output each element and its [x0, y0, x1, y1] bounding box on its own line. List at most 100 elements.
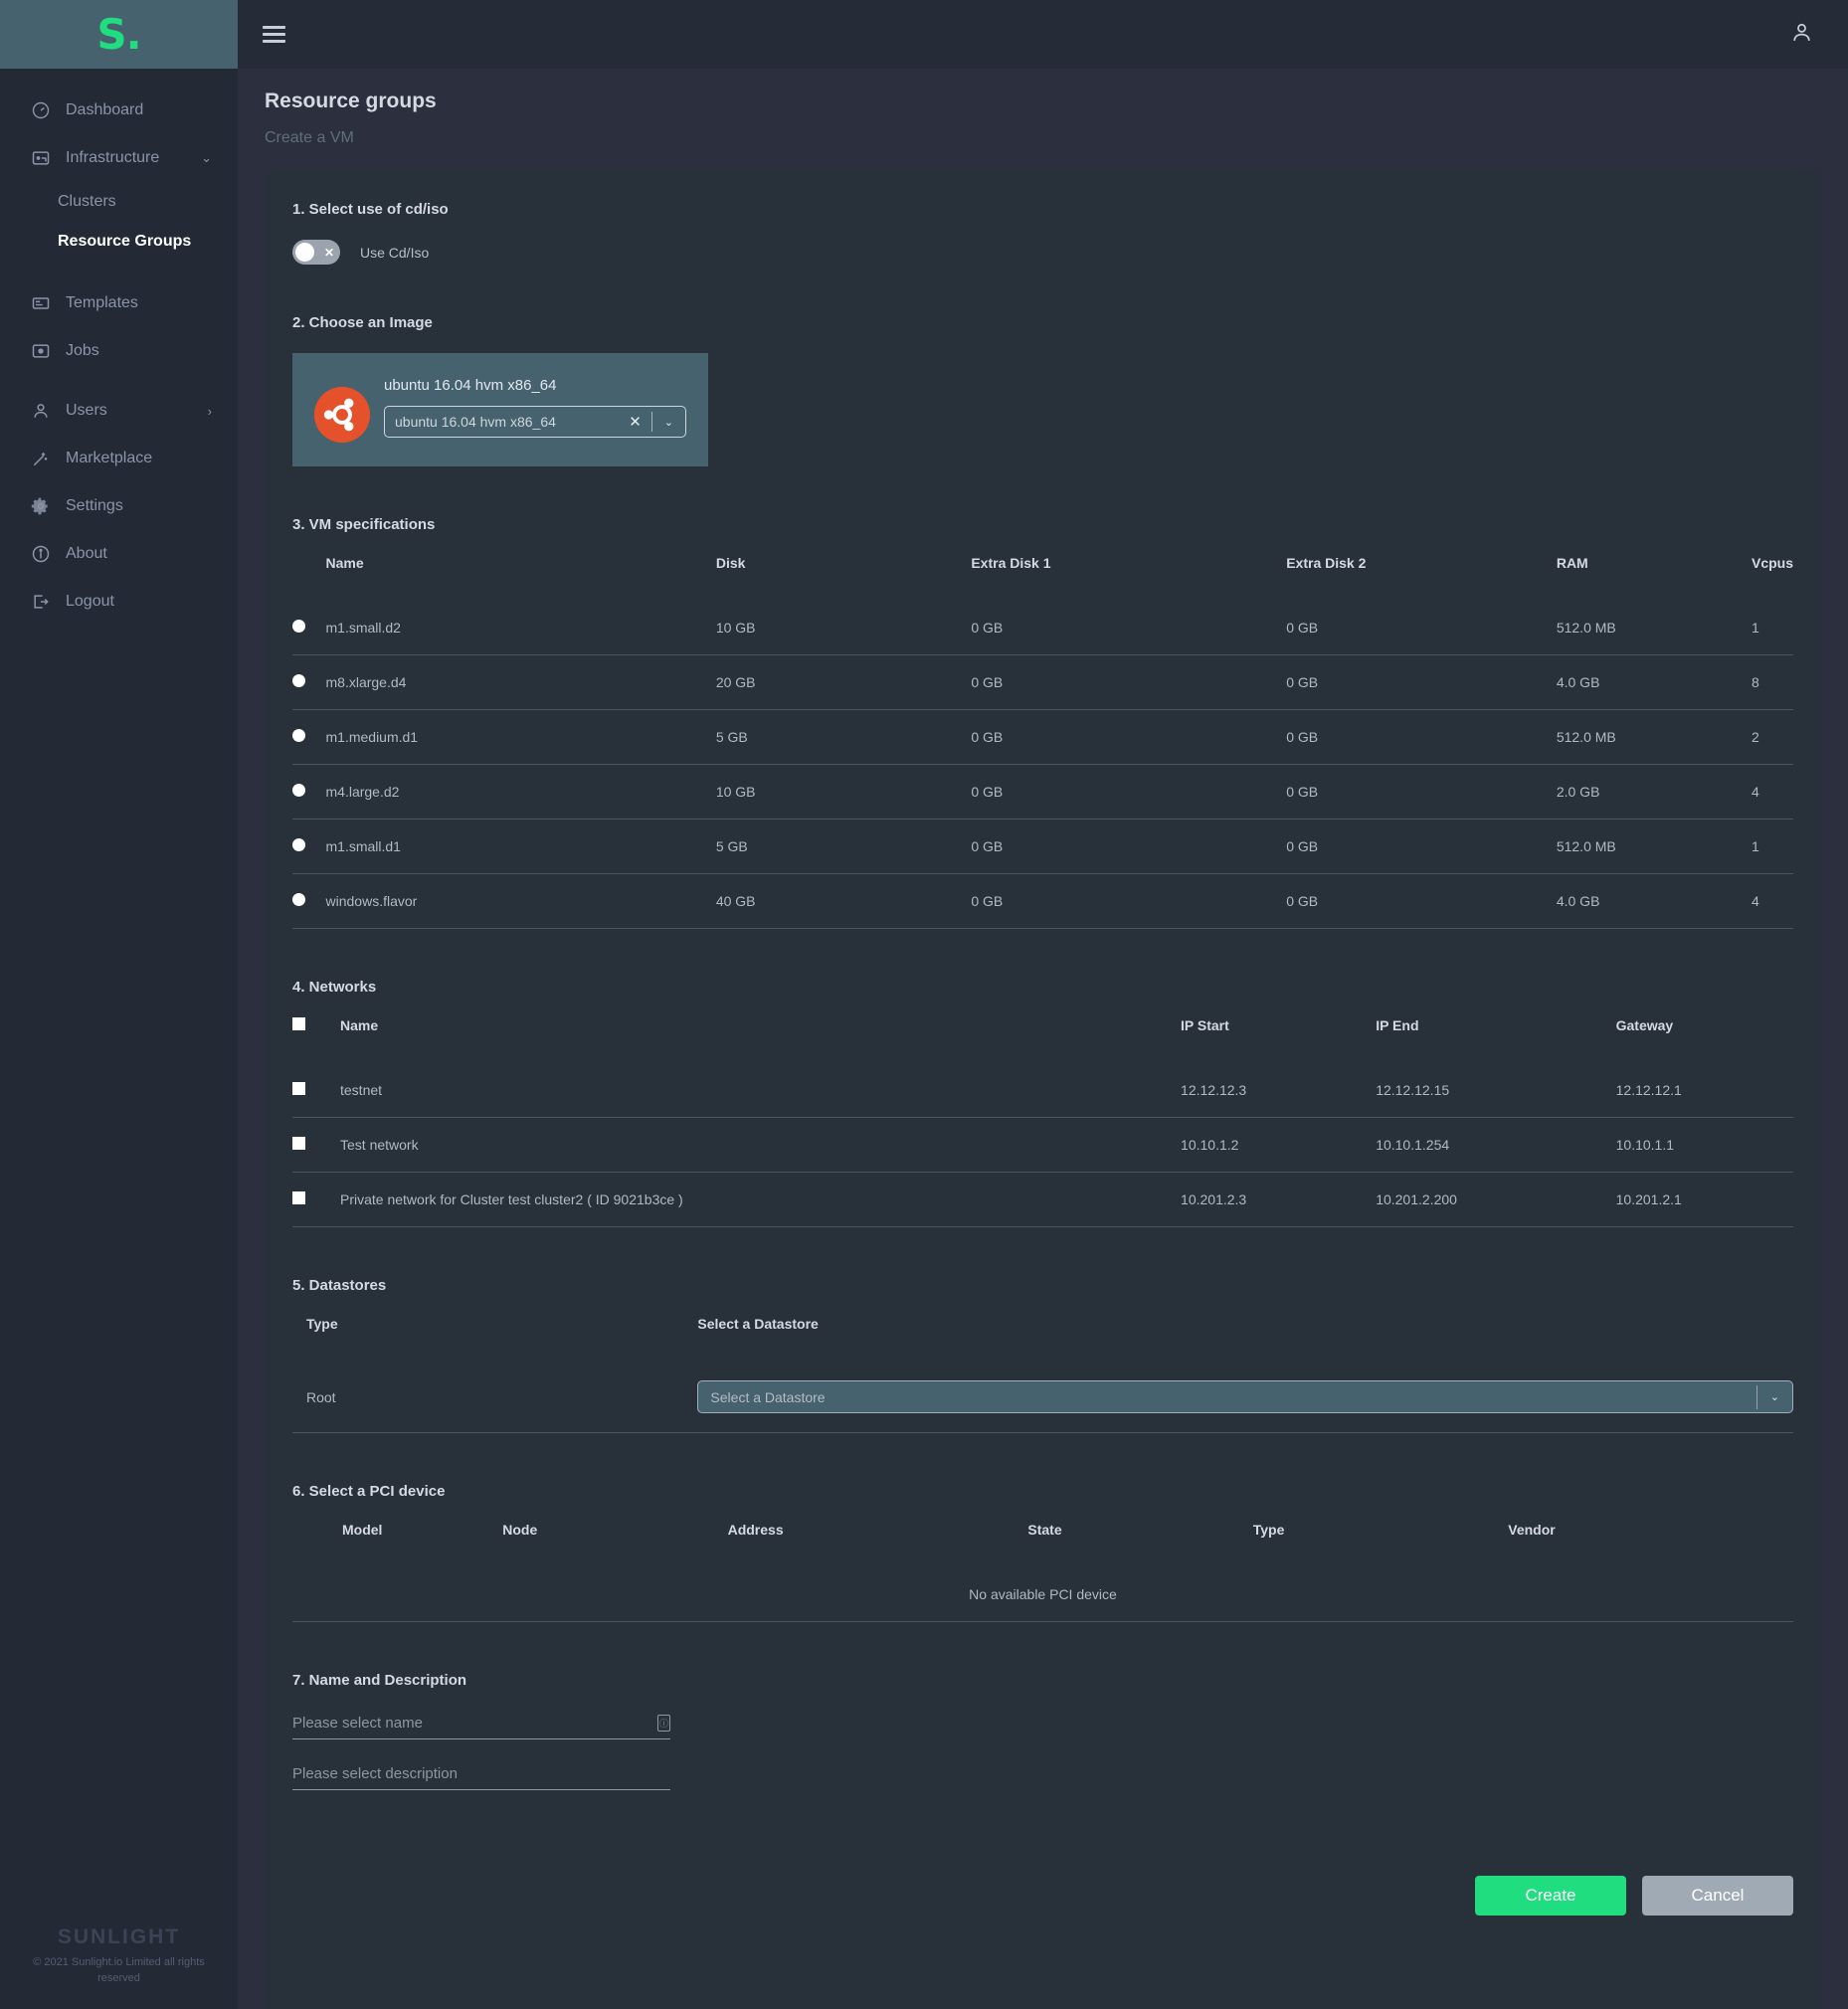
template-icon — [30, 292, 52, 314]
chevron-right-icon[interactable]: › — [208, 404, 212, 419]
cell-ram: 4.0 GB — [1556, 873, 1752, 929]
cell-extra1: 0 GB — [971, 601, 1287, 655]
cell-select[interactable] — [292, 1172, 340, 1227]
col-name: Name — [340, 1017, 379, 1033]
sidebar-item-clusters[interactable]: Clusters — [0, 182, 238, 222]
cell-ram: 4.0 GB — [1556, 654, 1752, 710]
col-address: Address — [727, 1522, 784, 1538]
sidebar-item-users[interactable]: Users › — [0, 387, 238, 435]
table-header-row: Type Select a Datastore — [292, 1316, 1793, 1362]
cell-name: m1.small.d2 — [325, 601, 716, 655]
app-logo[interactable]: S. — [0, 0, 238, 69]
table-row[interactable]: m4.large.d2 10 GB 0 GB 0 GB 2.0 GB 4 — [292, 764, 1793, 820]
sidebar-item-about[interactable]: About — [0, 530, 238, 578]
cell-select[interactable] — [292, 654, 326, 710]
table-row[interactable]: m1.medium.d1 5 GB 0 GB 0 GB 512.0 MB 2 — [292, 709, 1793, 765]
use-cd-iso-toggle[interactable]: ✕ — [292, 240, 340, 265]
table-row[interactable]: m1.small.d1 5 GB 0 GB 0 GB 512.0 MB 1 — [292, 819, 1793, 874]
jobs-icon — [30, 340, 52, 362]
sidebar-item-settings[interactable]: Settings — [0, 482, 238, 530]
cell-select[interactable] — [292, 873, 326, 929]
chevron-down-icon[interactable]: ⌄ — [1757, 1390, 1792, 1403]
table-row[interactable]: windows.flavor 40 GB 0 GB 0 GB 4.0 GB 4 — [292, 873, 1793, 929]
vm-description-field[interactable]: Please select description — [292, 1765, 670, 1790]
cell-datastore-select[interactable]: Select a Datastore ⌄ — [697, 1362, 1793, 1433]
step-7-title: 7. Name and Description — [292, 1672, 467, 1689]
image-select[interactable]: ubuntu 16.04 hvm x86_64 ✕ ⌄ — [384, 406, 686, 438]
info-tip-icon[interactable]: ⓘ — [657, 1715, 670, 1732]
cell-select[interactable] — [292, 1117, 340, 1173]
col-ram: RAM — [1556, 555, 1588, 571]
cell-disk: 40 GB — [715, 873, 972, 929]
cell-extra2: 0 GB — [1286, 819, 1557, 874]
col-model: Model — [342, 1522, 383, 1538]
checkbox-icon[interactable] — [292, 1082, 305, 1095]
col-type: Type — [306, 1316, 338, 1332]
sidebar-item-resource-groups[interactable]: Resource Groups — [0, 222, 238, 262]
sunlight-wordmark: SUNLIGHT — [57, 1925, 181, 1949]
col-select-all[interactable] — [292, 1017, 340, 1063]
use-cd-iso-label: Use Cd/Iso — [360, 244, 430, 261]
datastore-select[interactable]: Select a Datastore ⌄ — [697, 1380, 1793, 1413]
cell-name: testnet — [340, 1063, 1182, 1118]
pci-empty-message: No available PCI device — [292, 1567, 1793, 1622]
cell-gateway: 10.201.2.1 — [1615, 1172, 1793, 1227]
hamburger-icon[interactable] — [263, 26, 285, 43]
sunlight-logo-icon: S. — [96, 9, 141, 59]
cancel-button[interactable]: Cancel — [1642, 1876, 1793, 1916]
checkbox-icon[interactable] — [292, 1191, 305, 1204]
checkbox-icon[interactable] — [292, 1137, 305, 1150]
cell-select[interactable] — [292, 1063, 340, 1118]
sidebar-item-label: About — [66, 545, 107, 562]
chevron-down-icon[interactable]: ⌄ — [201, 150, 212, 166]
account-icon[interactable] — [1789, 20, 1814, 50]
step-1-title: 1. Select use of cd/iso — [292, 201, 449, 218]
col-name: Name — [325, 555, 364, 571]
cell-extra1: 0 GB — [971, 764, 1287, 820]
cell-ip-start: 10.10.1.2 — [1181, 1117, 1377, 1173]
sidebar-item-infrastructure[interactable]: Infrastructure ⌄ — [0, 134, 238, 182]
sidebar-item-jobs[interactable]: Jobs — [0, 327, 238, 375]
sidebar-item-templates[interactable]: Templates — [0, 279, 238, 327]
col-disk: Disk — [715, 555, 746, 571]
sidebar-item-marketplace[interactable]: Marketplace — [0, 435, 238, 482]
step-4-networks: 4. Networks Name IP Start IP End Gateway — [292, 979, 1793, 1227]
create-button[interactable]: Create — [1475, 1876, 1626, 1916]
table-header-row: Model Node Address State Type Vendor — [292, 1522, 1793, 1567]
chevron-down-icon[interactable]: ⌄ — [652, 416, 685, 429]
sidebar-item-dashboard[interactable]: Dashboard — [0, 87, 238, 134]
image-name-label: ubuntu 16.04 hvm x86_64 — [384, 377, 557, 394]
table-row[interactable]: Test network 10.10.1.2 10.10.1.254 10.10… — [292, 1117, 1793, 1173]
table-row[interactable]: m8.xlarge.d4 20 GB 0 GB 0 GB 4.0 GB 8 — [292, 654, 1793, 710]
radio-icon[interactable] — [292, 784, 305, 797]
cell-select[interactable] — [292, 601, 326, 655]
table-row[interactable]: m1.small.d2 10 GB 0 GB 0 GB 512.0 MB 1 — [292, 601, 1793, 655]
radio-icon[interactable] — [292, 838, 305, 851]
table-row[interactable]: testnet 12.12.12.3 12.12.12.15 12.12.12.… — [292, 1063, 1793, 1118]
radio-icon[interactable] — [292, 674, 305, 687]
col-node: Node — [502, 1522, 538, 1538]
cell-name: m8.xlarge.d4 — [325, 654, 716, 710]
cell-extra2: 0 GB — [1286, 709, 1557, 765]
cell-gateway: 12.12.12.1 — [1615, 1063, 1793, 1118]
radio-icon[interactable] — [292, 729, 305, 742]
cell-select[interactable] — [292, 764, 326, 820]
table-row[interactable]: Private network for Cluster test cluster… — [292, 1172, 1793, 1227]
radio-icon[interactable] — [292, 620, 305, 633]
radio-icon[interactable] — [292, 893, 305, 906]
cell-select[interactable] — [292, 709, 326, 765]
image-select-value: ubuntu 16.04 hvm x86_64 — [395, 414, 556, 430]
step-6-pci-device: 6. Select a PCI device Model Node Addres… — [292, 1483, 1793, 1622]
sidebar-item-logout[interactable]: Logout — [0, 578, 238, 626]
server-icon — [30, 147, 52, 169]
vm-name-field[interactable]: Please select name ⓘ — [292, 1715, 670, 1739]
close-icon[interactable]: ✕ — [619, 413, 651, 431]
table-header-row: Name IP Start IP End Gateway — [292, 1017, 1793, 1063]
pci-devices-table: Model Node Address State Type Vendor No … — [292, 1522, 1793, 1622]
vm-specs-table: Name Disk Extra Disk 1 Extra Disk 2 RAM … — [292, 555, 1793, 929]
checkbox-icon[interactable] — [292, 1017, 305, 1030]
cell-select[interactable] — [292, 819, 326, 874]
sidebar-item-label: Dashboard — [66, 101, 144, 118]
cell-extra1: 0 GB — [971, 873, 1287, 929]
sidebar-item-label: Jobs — [66, 342, 99, 359]
